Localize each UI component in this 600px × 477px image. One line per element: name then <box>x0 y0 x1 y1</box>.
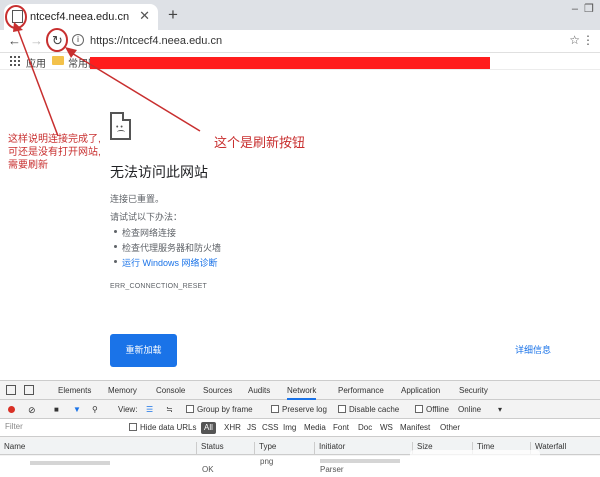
try-label: 请试试以下办法： <box>110 212 183 222</box>
address-bar[interactable]: i https://ntcecf4.neea.edu.cn <box>72 32 584 51</box>
page-icon <box>12 10 23 23</box>
reload-icon[interactable]: ↻ <box>52 33 63 49</box>
error-message: 连接已重置。 <box>110 194 165 204</box>
view-label: View: <box>118 405 138 414</box>
col-name[interactable]: Name <box>0 442 25 455</box>
new-tab-icon[interactable]: + <box>168 5 178 25</box>
annotation-left: 这样说明连接完成了, 可还是没有打开网站, 需要刷新 <box>8 133 101 172</box>
error-page: • • 无法访问此网站 连接已重置。 请试试以下办法： 检查网络连接 检查代理服… <box>0 70 600 380</box>
bookmark-star-icon[interactable]: ☆ <box>569 33 580 47</box>
type-xhr[interactable]: XHR <box>224 423 241 432</box>
search-icon[interactable]: ⚲ <box>92 405 98 414</box>
browser-tab[interactable]: ntcecf4.neea.edu.cn ✕ <box>4 4 158 30</box>
annotation-line: 这样说明连接完成了, <box>8 134 101 145</box>
apps-icon[interactable] <box>10 56 20 66</box>
menu-icon[interactable]: ⋮ <box>582 33 594 47</box>
reload-button[interactable]: 重新加载 <box>110 334 177 367</box>
watermark-overlay <box>410 450 540 476</box>
tab-security[interactable]: Security <box>459 386 488 395</box>
row-name-blurred <box>30 461 110 465</box>
folder-icon[interactable] <box>52 56 64 65</box>
type-font[interactable]: Font <box>333 423 349 432</box>
url-text[interactable]: https://ntcecf4.neea.edu.cn <box>90 35 222 47</box>
error-title: 无法访问此网站 <box>110 164 208 180</box>
tab-network[interactable]: Network <box>287 386 317 400</box>
offline-label: Offline <box>426 405 449 414</box>
tab-performance[interactable]: Performance <box>338 386 384 395</box>
tab-audits[interactable]: Audits <box>248 386 270 395</box>
devtools-tabs: Elements Memory Console Sources Audits N… <box>0 381 600 400</box>
error-code: ERR_CONNECTION_RESET <box>110 283 207 290</box>
row-initiator-blurred <box>320 459 400 463</box>
row-status: OK <box>202 465 214 474</box>
disable-cache-label: Disable cache <box>349 405 400 414</box>
throttling-select[interactable]: Online <box>458 405 481 414</box>
tab-bar: ntcecf4.neea.edu.cn ✕ + – ❐ <box>0 0 600 30</box>
group-by-frame-checkbox[interactable] <box>186 405 194 413</box>
row-initiator: Parser <box>320 465 344 474</box>
network-toolbar: ⊘ ■ ▼ ⚲ View: ☰ ≒ Group by frame Preserv… <box>0 400 600 419</box>
bookmark-apps[interactable]: 应用 <box>26 55 46 70</box>
hide-data-urls-checkbox[interactable] <box>129 423 137 431</box>
info-icon[interactable]: i <box>72 34 84 46</box>
screenshot: ntcecf4.neea.edu.cn ✕ + – ❐ ← → ↻ i http… <box>0 0 600 477</box>
window-controls[interactable]: – ❐ <box>572 2 594 15</box>
col-type[interactable]: Type <box>254 442 276 455</box>
inspect-icon[interactable] <box>6 385 16 395</box>
suggestion-item: 检查代理服务器和防火墙 <box>113 243 222 253</box>
overview-icon[interactable]: ≒ <box>166 405 173 414</box>
details-button[interactable]: 详细信息 <box>515 343 551 356</box>
tab-application[interactable]: Application <box>401 386 440 395</box>
type-ws[interactable]: WS <box>380 423 393 432</box>
suggestion-diagnostics-link[interactable]: 运行 Windows 网络诊断 <box>114 256 218 269</box>
back-icon[interactable]: ← <box>8 33 21 48</box>
group-by-frame-label: Group by frame <box>197 405 253 414</box>
preserve-log-checkbox[interactable] <box>271 405 279 413</box>
redaction-bar <box>90 57 490 69</box>
type-other[interactable]: Other <box>440 423 460 432</box>
toolbar: ← → ↻ i https://ntcecf4.neea.edu.cn ☆ ⋮ <box>0 30 600 53</box>
type-doc[interactable]: Doc <box>358 423 372 432</box>
filter-icon[interactable]: ▼ <box>73 405 81 414</box>
tab-sources[interactable]: Sources <box>203 386 232 395</box>
tab-memory[interactable]: Memory <box>108 386 137 395</box>
type-img[interactable]: Img <box>283 423 296 432</box>
type-media[interactable]: Media <box>304 423 326 432</box>
type-js[interactable]: JS <box>247 423 256 432</box>
large-rows-icon[interactable]: ☰ <box>146 405 153 414</box>
annotation-right: 这个是刷新按钮 <box>214 135 306 150</box>
record-icon[interactable] <box>8 406 15 413</box>
filter-row: Filter Hide data URLs All XHR JS CSS Img… <box>0 419 600 437</box>
suggestion-item: 检查网络连接 <box>113 228 177 238</box>
hide-data-urls-label: Hide data URLs <box>140 423 197 432</box>
type-manifest[interactable]: Manifest <box>400 423 430 432</box>
tab-elements[interactable]: Elements <box>58 386 91 395</box>
annotation-line: 可还是没有打开网站, <box>8 147 101 158</box>
filter-input[interactable]: Filter <box>2 422 114 434</box>
screenshot-icon[interactable]: ■ <box>54 405 59 414</box>
tab-console[interactable]: Console <box>156 386 185 395</box>
device-toggle-icon[interactable] <box>24 385 34 395</box>
disable-cache-checkbox[interactable] <box>338 405 346 413</box>
sad-page-icon: • • <box>110 112 131 140</box>
col-initiator[interactable]: Initiator <box>314 442 345 455</box>
preserve-log-label: Preserve log <box>282 405 327 414</box>
forward-icon[interactable]: → <box>30 33 43 48</box>
offline-checkbox[interactable] <box>415 405 423 413</box>
close-tab-icon[interactable]: ✕ <box>139 8 150 24</box>
annotation-line: 需要刷新 <box>8 160 48 171</box>
type-all-button[interactable]: All <box>201 422 216 434</box>
type-css[interactable]: CSS <box>262 423 278 432</box>
chevron-down-icon[interactable]: ▾ <box>498 405 502 414</box>
tab-title: ntcecf4.neea.edu.cn <box>30 11 130 23</box>
row-type: png <box>260 457 274 466</box>
col-status[interactable]: Status <box>196 442 224 455</box>
clear-icon[interactable]: ⊘ <box>28 405 36 416</box>
